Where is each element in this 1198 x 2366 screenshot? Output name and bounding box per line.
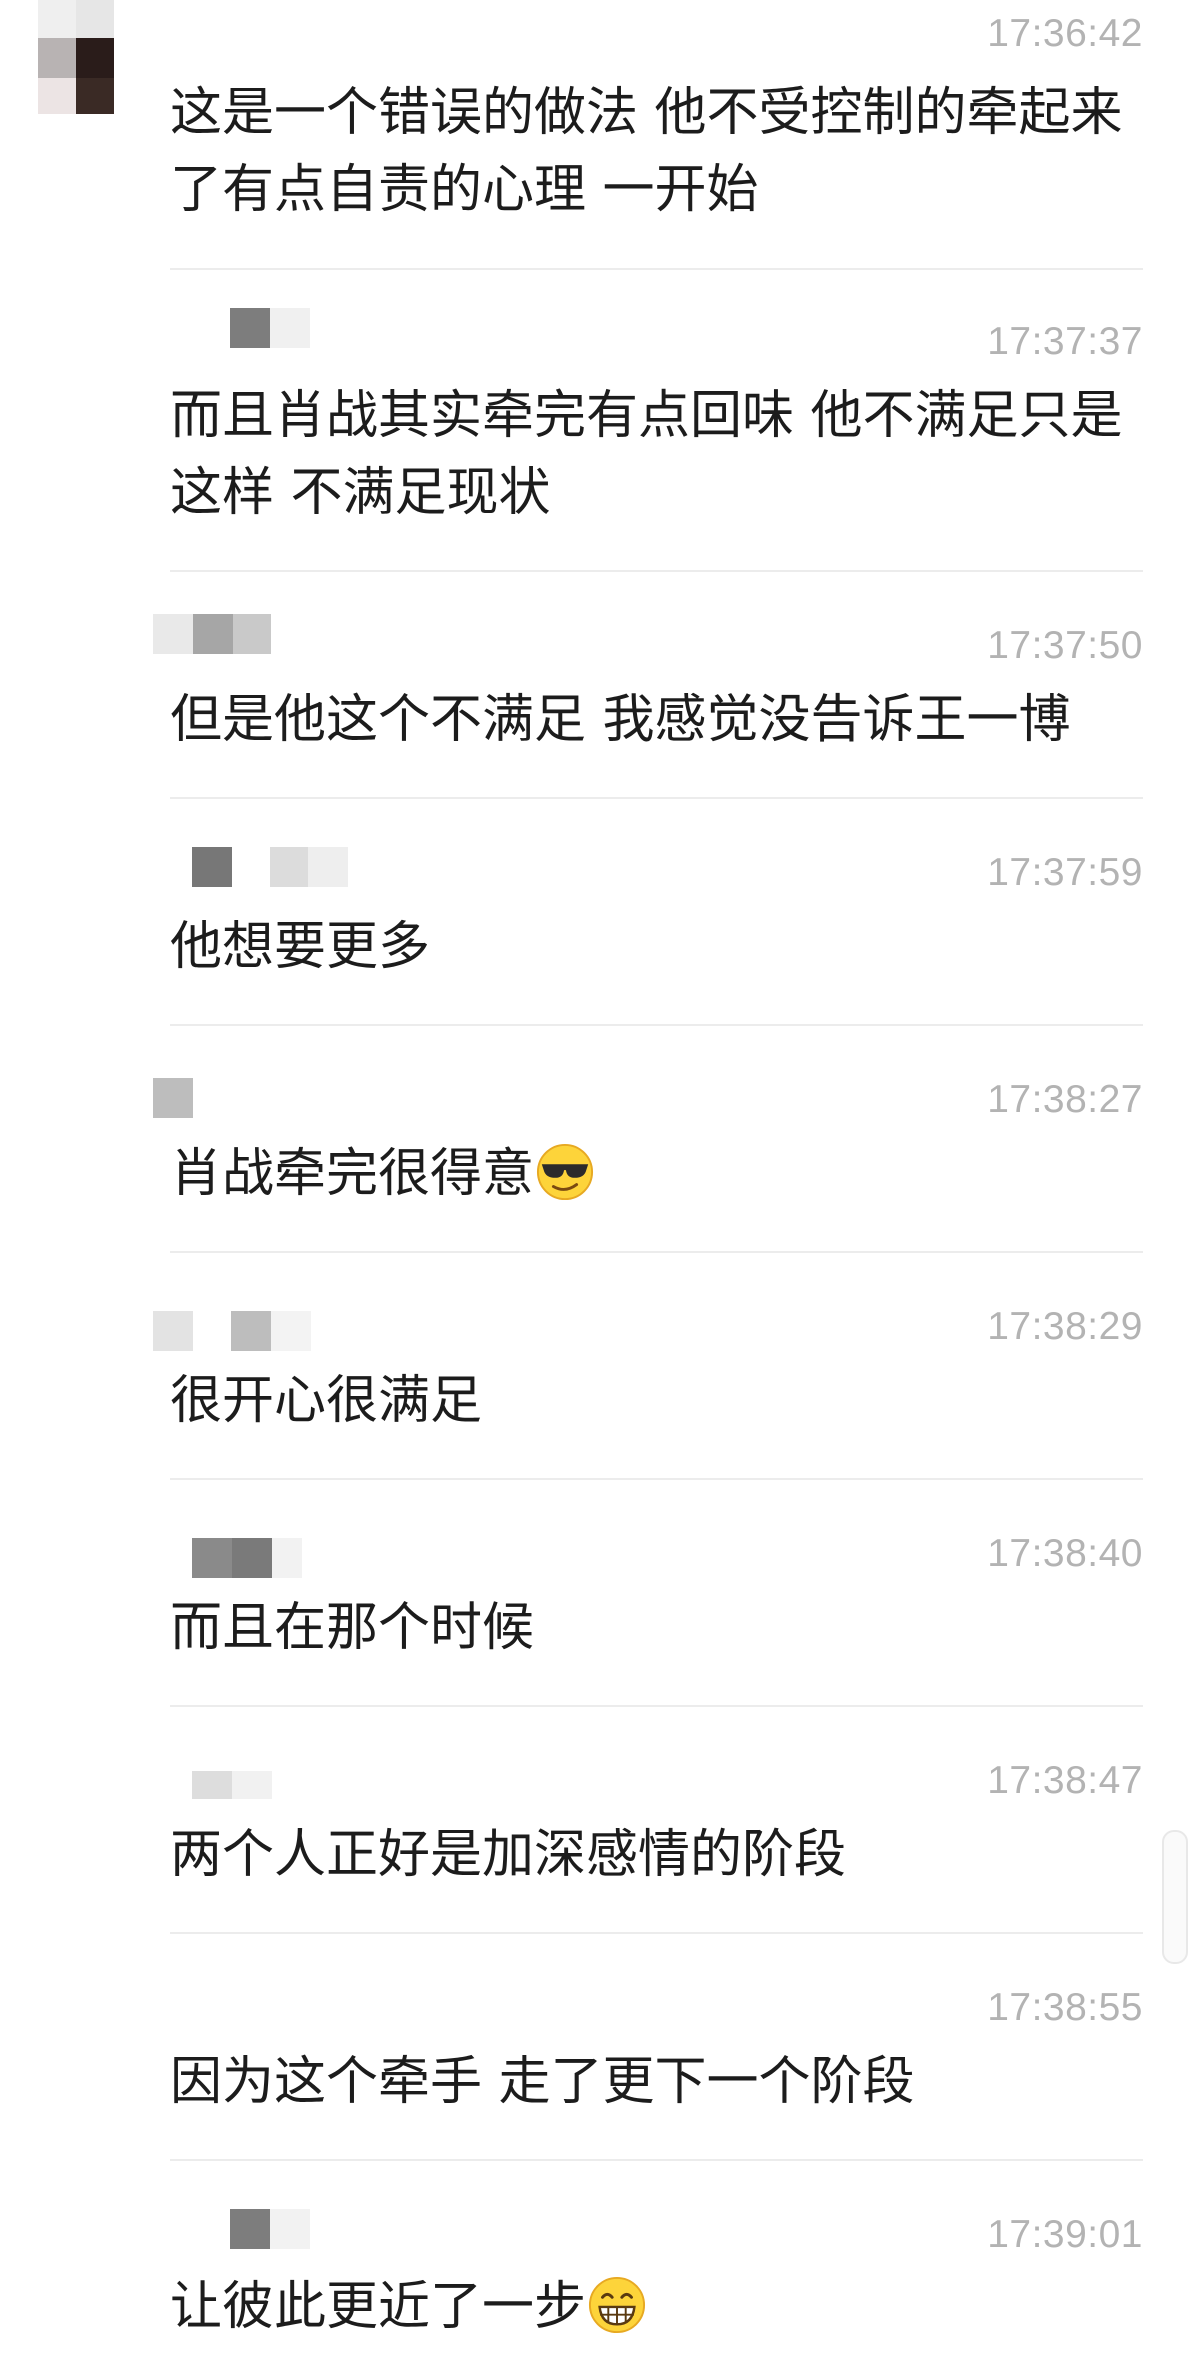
message-item[interactable]: 17:38:55 因为这个牵手 走了更下一个阶段 (0, 1934, 1198, 2160)
message-text: 因为这个牵手 走了更下一个阶段 (170, 2052, 915, 2112)
message-timestamp: 17:36:42 (987, 12, 1143, 55)
sunglasses-emoji-icon (536, 1143, 594, 1201)
message-timestamp: 17:38:27 (987, 1078, 1143, 1121)
message-item[interactable]: 17:38:47 两个人正好是加深感情的阶段 (0, 1707, 1198, 1933)
message-timestamp: 17:37:37 (987, 320, 1143, 363)
grin-emoji-icon (588, 2276, 646, 2334)
message-text: 很开心很满足 (170, 1371, 483, 1431)
message-text: 肖战牵完很得意 (170, 1136, 1130, 1213)
message-item[interactable]: 17:38:40 而且在那个时候 (0, 1480, 1198, 1706)
message-text: 他想要更多 (170, 917, 431, 977)
chat-message-list[interactable]: 17:36:42 这是一个错误的做法 他不受控制的牵起来 了有点自责的心理 一开… (0, 0, 1198, 2366)
message-timestamp: 17:38:55 (987, 1986, 1143, 2029)
message-timestamp: 17:38:47 (987, 1759, 1143, 1802)
message-item[interactable]: 17:39:01 让彼此更近了一步 (0, 2161, 1198, 2366)
message-timestamp: 17:37:59 (987, 851, 1143, 894)
message-text: 让彼此更近了一步 (170, 2269, 1130, 2346)
avatar[interactable] (38, 0, 116, 114)
scrollbar-thumb[interactable] (1162, 1830, 1188, 1964)
message-timestamp: 17:38:29 (987, 1305, 1143, 1348)
message-text: 而且在那个时候 (170, 1598, 535, 1658)
message-item[interactable]: 17:36:42 这是一个错误的做法 他不受控制的牵起来 了有点自责的心理 一开… (0, 0, 1198, 270)
message-text: 这是一个错误的做法 他不受控制的牵起来 了有点自责的心理 一开始 (170, 83, 1123, 220)
message-text: 两个人正好是加深感情的阶段 (170, 1825, 847, 1885)
message-timestamp: 17:39:01 (987, 2213, 1143, 2256)
message-text: 而且肖战其实牵完有点回味 他不满足只是 这样 不满足现状 (170, 386, 1123, 523)
message-item[interactable]: 17:38:27 肖战牵完很得意 (0, 1026, 1198, 1252)
message-timestamp: 17:37:50 (987, 624, 1143, 667)
message-item[interactable]: 17:37:37 而且肖战其实牵完有点回味 他不满足只是 这样 不满足现状 (0, 270, 1198, 570)
message-item[interactable]: 17:38:29 很开心很满足 (0, 1253, 1198, 1479)
message-timestamp: 17:38:40 (987, 1532, 1143, 1575)
message-item[interactable]: 17:37:50 但是他这个不满足 我感觉没告诉王一博 (0, 572, 1198, 798)
message-text: 但是他这个不满足 我感觉没告诉王一博 (170, 690, 1071, 750)
message-item[interactable]: 17:37:59 他想要更多 (0, 799, 1198, 1025)
